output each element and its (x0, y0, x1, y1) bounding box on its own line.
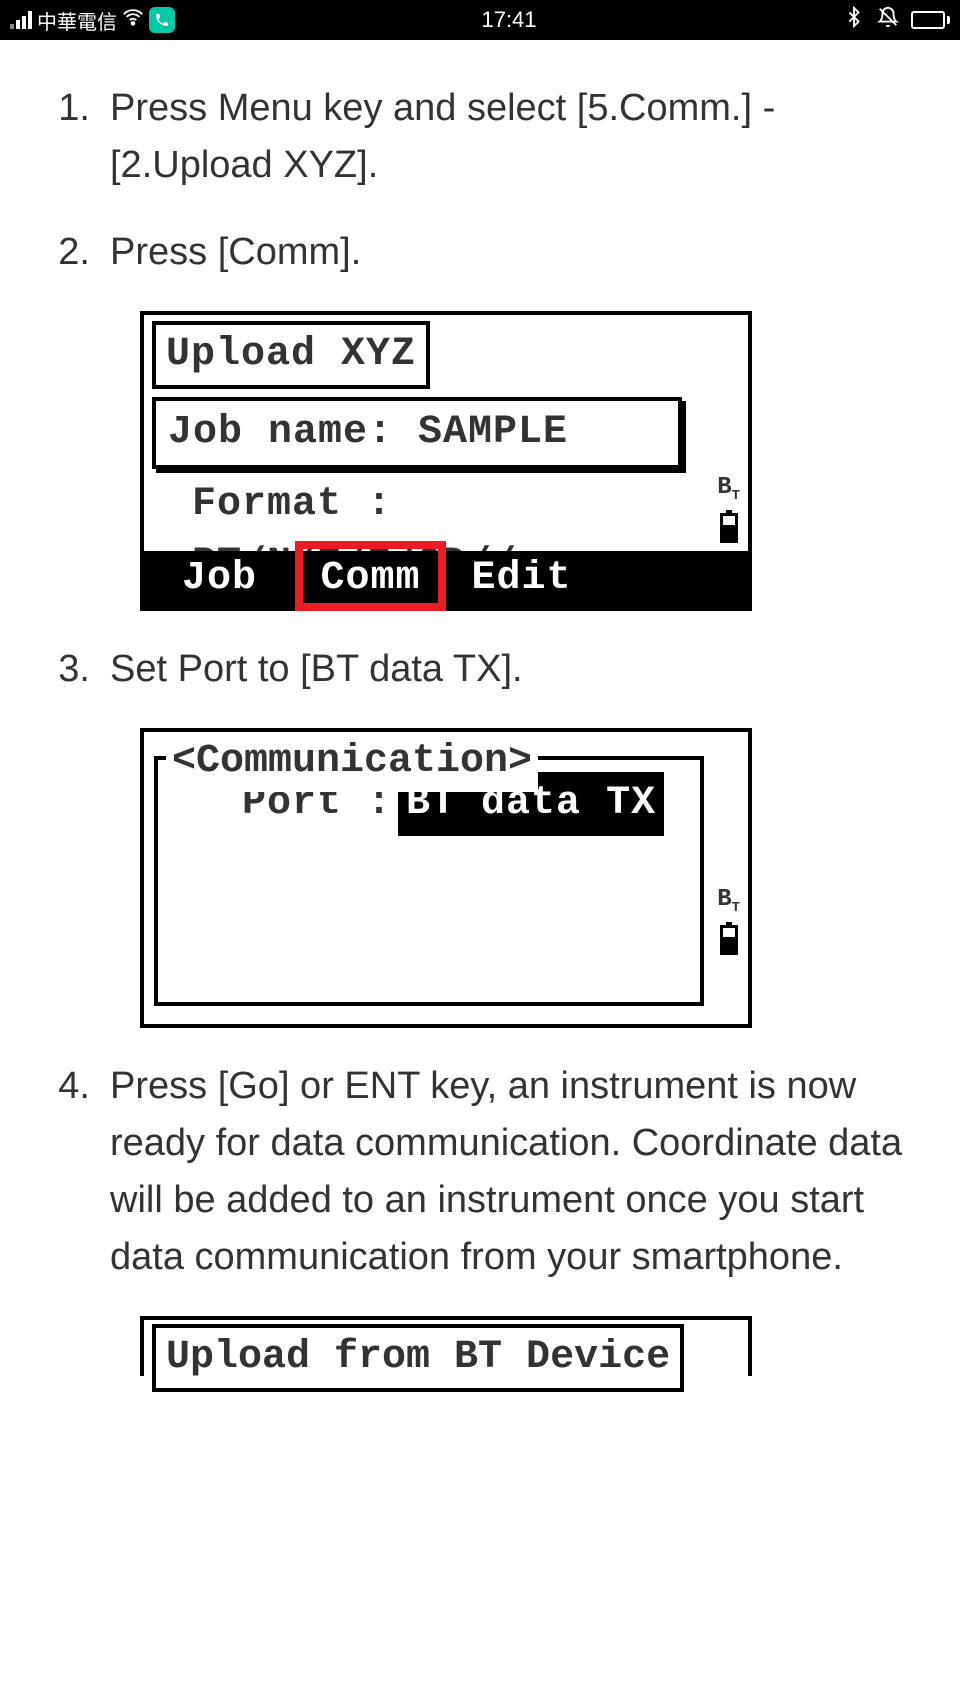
step-text: Press Menu key and select [5.Comm.] - [2… (110, 80, 930, 194)
battery-mini-icon (720, 513, 738, 543)
status-right (843, 6, 950, 34)
battery-icon (911, 11, 950, 29)
step-text: Press [Go] or ENT key, an instrument is … (110, 1058, 930, 1286)
lcd-title: Upload XYZ (152, 321, 430, 389)
lcd-screenshot-2: <Communication> Port : BT data TX BT (140, 728, 752, 1028)
bluetooth-mini-icon: BT (717, 882, 740, 919)
document-content: 1. Press Menu key and select [5.Comm.] -… (0, 40, 960, 1376)
clock-label: 17:41 (481, 7, 536, 33)
step-number: 3. (30, 641, 110, 698)
carrier-label: 中華電信 (37, 6, 117, 35)
lcd-screen: <Communication> Port : BT data TX BT (140, 728, 752, 1028)
lcd-screen: Upload XYZ Job name: SAMPLE Format : PT/… (140, 311, 752, 611)
softkey-comm: Comm (295, 549, 446, 609)
phone-badge-icon (149, 7, 175, 33)
battery-mini-icon (720, 925, 738, 955)
step-text: Press [Comm]. (110, 224, 930, 281)
lcd-title: Upload from BT Device (152, 1324, 684, 1392)
bell-muted-icon (877, 6, 899, 34)
wifi-icon (122, 6, 144, 34)
step-number: 1. (30, 80, 110, 194)
softkey-job: Job (144, 549, 295, 609)
softkey-comm-label: Comm (320, 556, 420, 601)
lcd-softkey-bar: Job Comm Edit (144, 551, 748, 607)
bluetooth-icon (843, 6, 865, 34)
step-number: 2. (30, 224, 110, 281)
lcd-side-icons: BT (717, 882, 740, 955)
softkey-edit: Edit (446, 549, 597, 609)
lcd-side-icons: BT (717, 470, 740, 543)
lcd-jobname: Job name: SAMPLE (152, 397, 682, 469)
step-4: 4. Press [Go] or ENT key, an instrument … (30, 1058, 930, 1286)
step-number: 4. (30, 1058, 110, 1286)
bluetooth-mini-icon: BT (717, 470, 740, 507)
lcd-screenshot-3: Upload from BT Device (140, 1316, 752, 1376)
step-1: 1. Press Menu key and select [5.Comm.] -… (30, 80, 930, 194)
signal-icon (10, 11, 32, 29)
step-3: 3. Set Port to [BT data TX]. (30, 641, 930, 698)
step-text: Set Port to [BT data TX]. (110, 641, 930, 698)
status-left: 中華電信 (10, 6, 175, 35)
lcd-fieldset: <Communication> Port : BT data TX (154, 756, 704, 1006)
lcd-screen: Upload from BT Device (140, 1316, 752, 1376)
lcd-screenshot-1: Upload XYZ Job name: SAMPLE Format : PT/… (140, 311, 752, 611)
step-2: 2. Press [Comm]. (30, 224, 930, 281)
lcd-fieldset-label: <Communication> (166, 732, 538, 792)
status-bar: 中華電信 17:41 (0, 0, 960, 40)
